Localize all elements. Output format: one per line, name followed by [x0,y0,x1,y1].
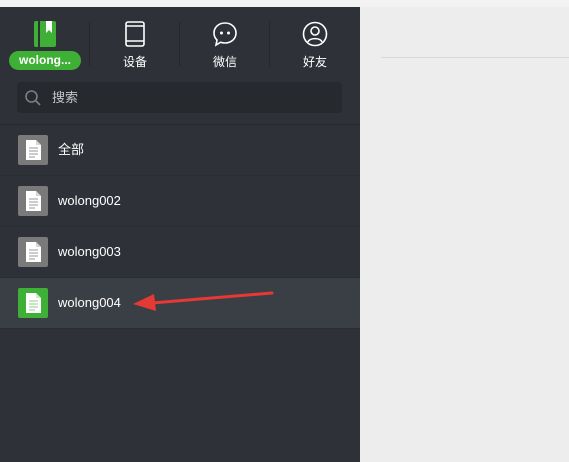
file-icon [18,186,48,221]
nav-wechat[interactable]: 微信 [180,7,270,73]
file-icon [18,237,48,272]
top-strip [0,0,569,7]
nav-friends-label: 好友 [302,55,327,69]
tablet-icon [125,21,145,52]
file-icon [18,135,48,170]
list-item[interactable]: wolong003 [0,227,360,278]
file-icon [18,288,48,323]
list-item[interactable]: 全部 [0,125,360,176]
main-pane-divider [381,57,569,58]
list-item-selected[interactable]: wolong004 [0,278,360,329]
list-item[interactable]: wolong002 [0,176,360,227]
nav-devices[interactable]: 设备 [90,7,180,73]
chat-bubble-icon [212,21,238,52]
nav-user[interactable]: wolong... [0,7,90,73]
nav-friends[interactable]: 好友 [270,7,360,73]
list-item-label: wolong003 [58,244,121,259]
sidebar: wolong... 设备 微信 好友 搜索 全部 wolong002 wolon… [0,7,360,462]
search-icon [24,89,42,112]
nav-wechat-label: 微信 [212,55,237,69]
person-icon [302,21,328,52]
list-item-label: wolong004 [58,295,121,310]
user-name-pill[interactable]: wolong... [9,51,81,70]
notebook-icon [34,21,56,52]
search-box[interactable] [17,82,342,113]
app-window: wolong... 设备 微信 好友 搜索 全部 wolong002 wolon… [0,0,569,462]
search-input[interactable] [52,82,332,113]
list-item-label: 全部 [58,142,85,157]
note-list: 全部 wolong002 wolong003 wolong004 [0,125,360,329]
nav-devices-label: 设备 [122,55,147,69]
list-item-label: wolong002 [58,193,121,208]
top-nav: wolong... 设备 微信 好友 [0,7,360,73]
